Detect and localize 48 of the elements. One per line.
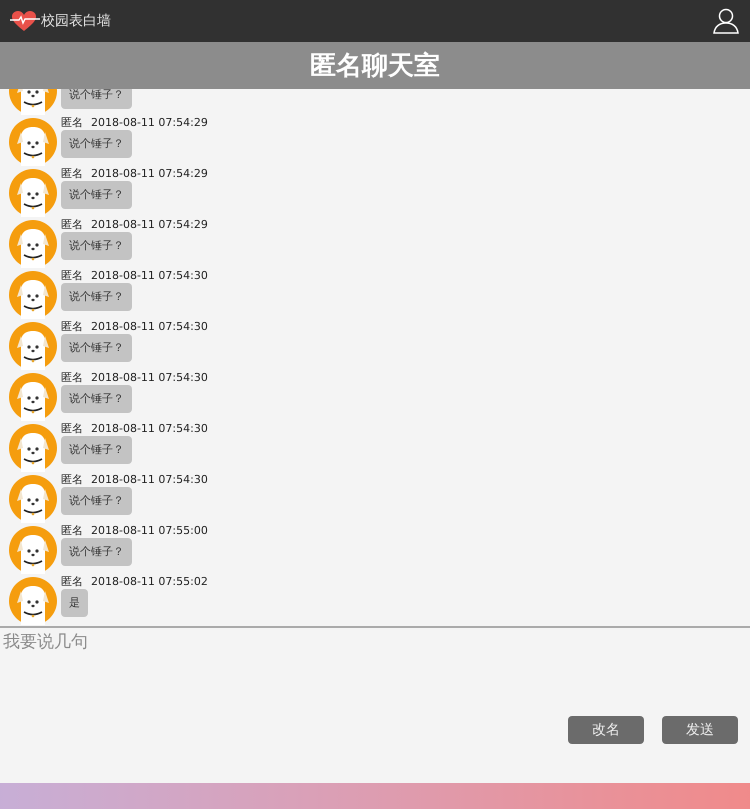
dog-avatar-icon	[9, 373, 57, 421]
message-time: 2018-08-11 07:54:30	[91, 421, 208, 436]
page-title: 匿名聊天室	[310, 50, 440, 83]
message-bubble: 说个锤子？	[61, 487, 132, 515]
sender-name: 匿名	[61, 472, 83, 487]
message-bubble: 说个锤子？	[61, 181, 132, 209]
dog-avatar-icon	[9, 577, 57, 625]
sender-name: 匿名	[61, 574, 83, 589]
dog-avatar-icon	[9, 322, 57, 370]
sender-name: 匿名	[61, 115, 83, 130]
dog-avatar-icon	[9, 220, 57, 268]
sender-name: 匿名	[61, 319, 83, 334]
message-time: 2018-08-11 07:55:00	[91, 523, 208, 538]
dog-avatar-icon	[9, 475, 57, 523]
dog-avatar-icon	[9, 118, 57, 166]
message-time: 2018-08-11 07:54:29	[91, 115, 208, 130]
user-icon[interactable]	[713, 8, 739, 34]
message-input[interactable]: 我要说几句	[0, 628, 750, 710]
message-bubble: 说个锤子？	[61, 89, 132, 109]
sender-name: 匿名	[61, 523, 83, 538]
message-time: 2018-08-11 07:54:30	[91, 268, 208, 283]
sender-name: 匿名	[61, 217, 83, 232]
heart-pulse-icon	[10, 10, 40, 32]
sender-name: 匿名	[61, 370, 83, 385]
message-bubble: 说个锤子？	[61, 334, 132, 362]
message-bubble: 说个锤子？	[61, 283, 132, 311]
sender-name: 匿名	[61, 268, 83, 283]
sender-name: 匿名	[61, 166, 83, 181]
message-bubble: 是	[61, 589, 88, 617]
message-time: 2018-08-11 07:54:29	[91, 217, 208, 232]
message-bubble: 说个锤子？	[61, 538, 132, 566]
message-time: 2018-08-11 07:54:29	[91, 166, 208, 181]
rename-button[interactable]: 改名	[568, 716, 644, 744]
message-bubble: 说个锤子？	[61, 385, 132, 413]
message-time: 2018-08-11 07:55:02	[91, 574, 208, 589]
message-bubble: 说个锤子？	[61, 232, 132, 260]
site-title: 校园表白墙	[41, 12, 111, 30]
send-button[interactable]: 发送	[662, 716, 738, 744]
dog-avatar-icon	[9, 526, 57, 574]
dog-avatar-icon	[9, 169, 57, 217]
dog-avatar-icon	[9, 271, 57, 319]
message-time: 2018-08-11 07:54:30	[91, 319, 208, 334]
message-bubble: 说个锤子？	[61, 436, 132, 464]
sender-name: 匿名	[61, 421, 83, 436]
message-time: 2018-08-11 07:54:30	[91, 472, 208, 487]
message-bubble: 说个锤子？	[61, 130, 132, 158]
message-time: 2018-08-11 07:54:30	[91, 370, 208, 385]
dog-avatar-icon	[9, 424, 57, 472]
